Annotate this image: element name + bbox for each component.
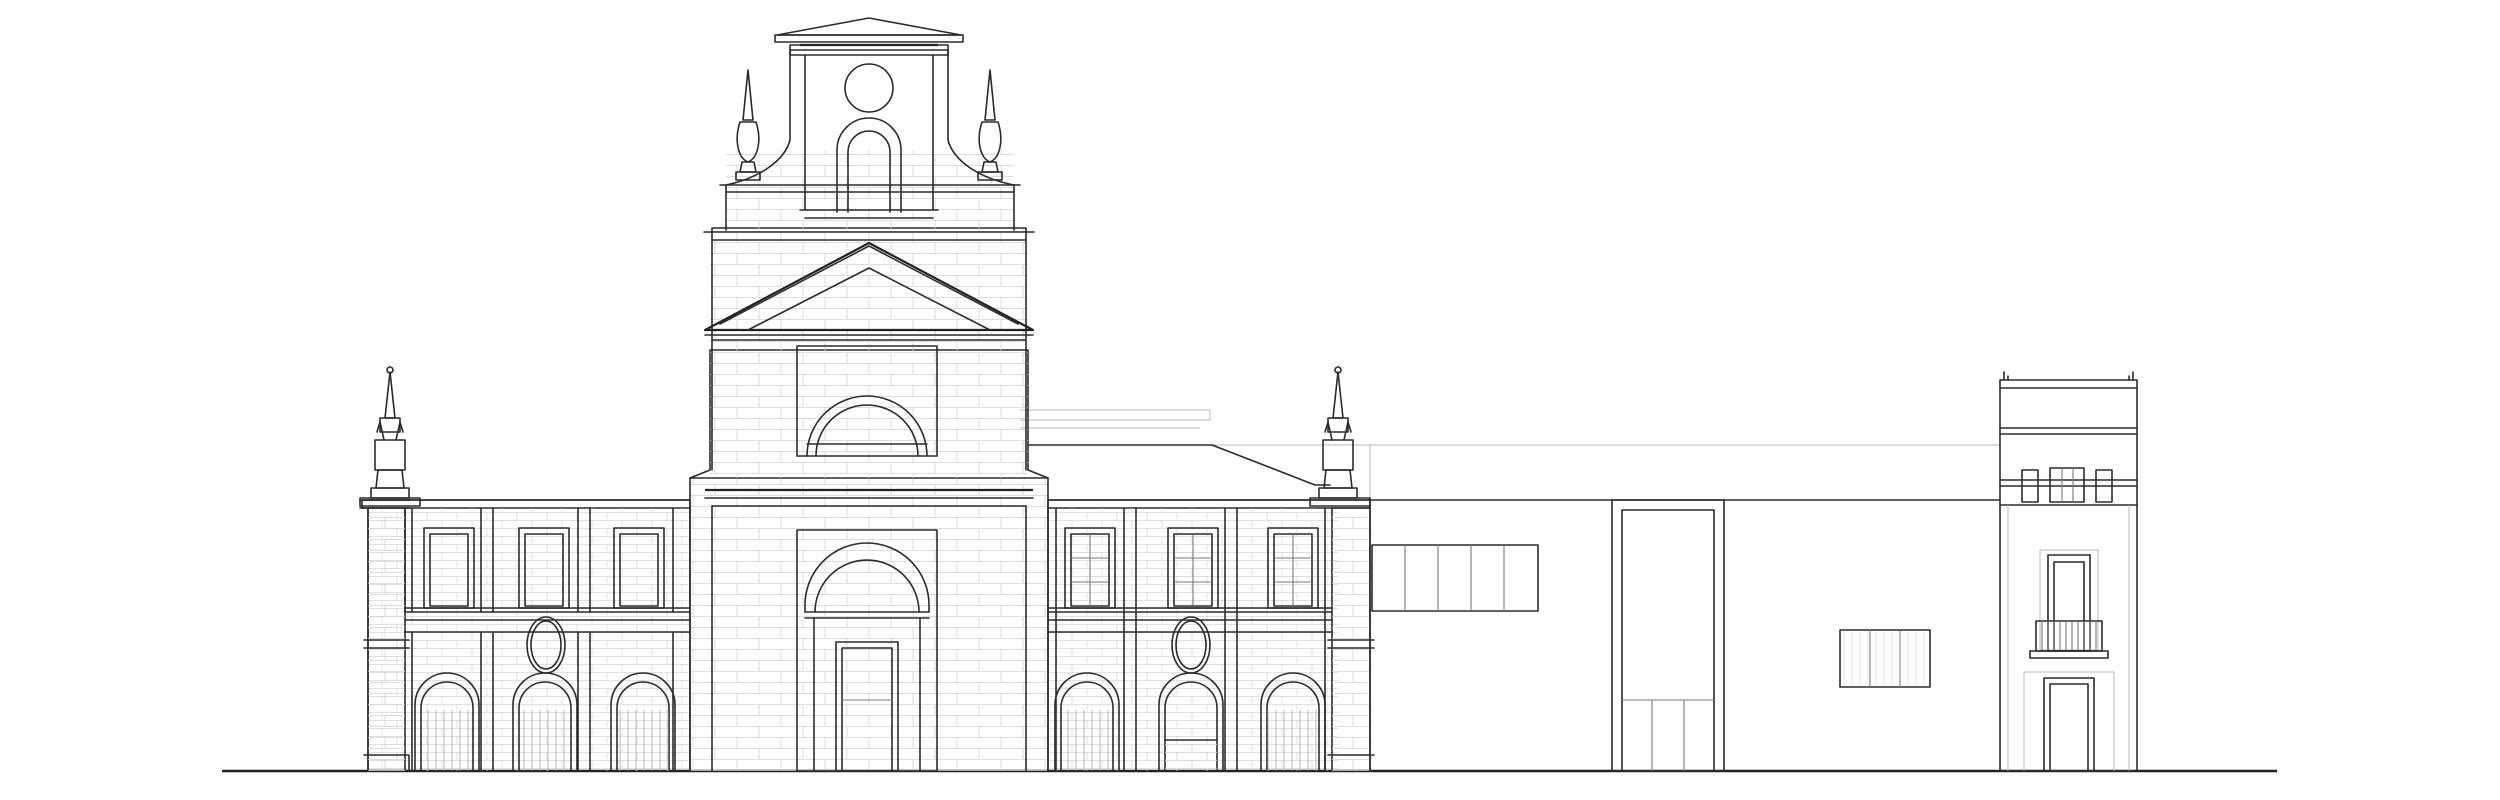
central-tower: [689, 17, 1049, 772]
right-wing: [1027, 444, 1375, 772]
background-rooflines: [1020, 409, 2000, 498]
left-wing: [359, 499, 691, 772]
side-tower: [1999, 371, 2138, 772]
facade-elevation-drawing: [0, 0, 2500, 800]
left-pinnacle: [359, 366, 421, 507]
annex-building: [1369, 499, 2001, 772]
